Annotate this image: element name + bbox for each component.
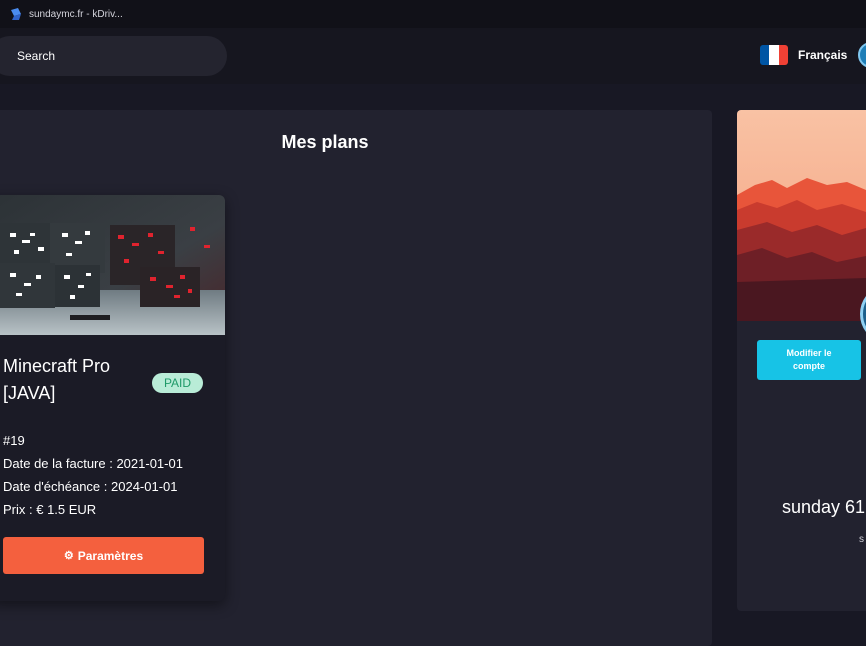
settings-button[interactable]: ⚙ Paramètres — [3, 537, 204, 574]
search-input[interactable] — [0, 36, 227, 76]
settings-button-label: Paramètres — [77, 548, 144, 563]
plan-name: Minecraft Pro [JAVA] — [3, 356, 111, 403]
user-avatar[interactable] — [858, 42, 866, 68]
plan-card: Minecraft Pro [JAVA] PAID #19 Date de la… — [0, 195, 225, 601]
status-badge: PAID — [152, 373, 203, 393]
gear-icon: ⚙ — [63, 550, 74, 562]
profile-username: sunday 61 — [782, 497, 866, 517]
language-selector[interactable]: Français — [760, 45, 847, 65]
france-flag-icon — [760, 45, 788, 65]
invoice-date: Date de la facture : 2021-01-01 — [3, 456, 183, 471]
due-date: Date d'échéance : 2024-01-01 — [3, 479, 178, 494]
profile-banner-image — [737, 110, 866, 321]
window-titlebar: sundaymc.fr - kDriv... — [0, 0, 866, 28]
window-title: sundaymc.fr - kDriv... — [29, 8, 123, 20]
page-title: Mes plans — [281, 132, 369, 152]
plan-details: #19 Date de la facture : 2021-01-01 Date… — [3, 429, 183, 521]
modify-account-button[interactable]: Modifier le compte — [757, 340, 861, 380]
plan-thumbnail-image — [0, 195, 225, 335]
top-header: Français — [0, 28, 866, 84]
kdrive-logo-icon — [11, 8, 21, 20]
plan-id: #19 — [3, 433, 25, 448]
profile-subtitle: s — [859, 534, 864, 545]
profile-panel: Modifier le compte sunday 61 s — [737, 110, 866, 611]
plan-price: Prix : € 1.5 EUR — [3, 502, 97, 517]
language-label: Français — [798, 48, 848, 62]
